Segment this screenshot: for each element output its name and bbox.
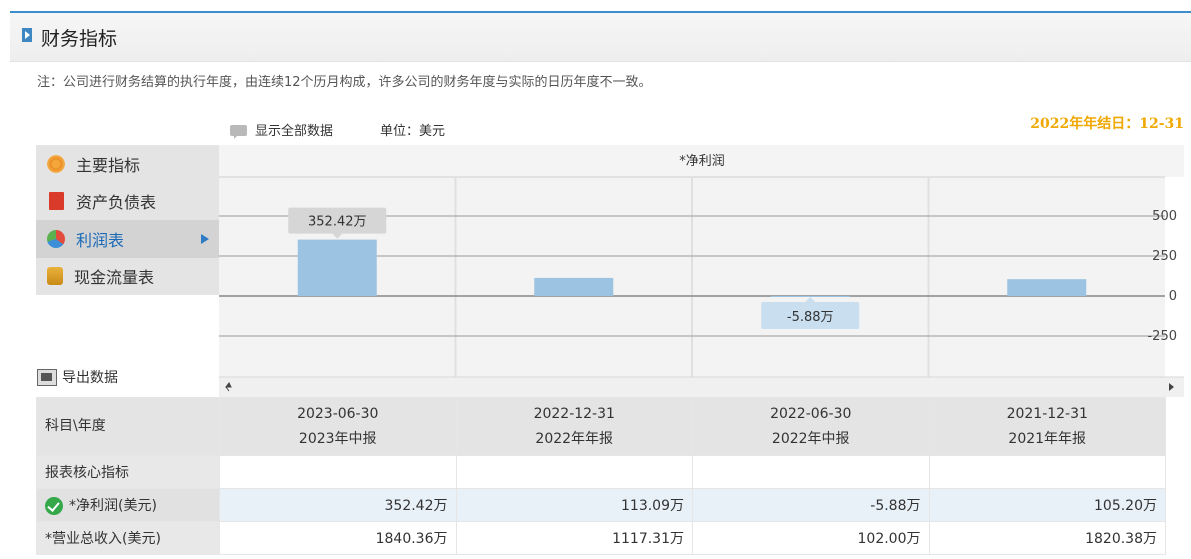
- value-cell: 113.09万: [455, 488, 693, 522]
- value-cell: 1820.38万: [928, 521, 1166, 555]
- corner-label: 科目\年度: [36, 397, 220, 456]
- y-tick-label: 500: [1152, 209, 1177, 224]
- empty-cell: [928, 455, 1166, 489]
- section-header: 财务指标: [10, 13, 1191, 62]
- collapse-arrow-icon[interactable]: [22, 28, 32, 42]
- period-date: 2022-12-31: [533, 405, 615, 422]
- document-icon: [49, 192, 64, 211]
- row-label: *净利润(美元): [36, 488, 220, 522]
- value-cell: 105.20万: [928, 488, 1166, 522]
- bar-2023-06-30[interactable]: [297, 239, 377, 296]
- menu-item-balance-sheet[interactable]: 资产负债表: [36, 183, 219, 221]
- menu-item-label: 现金流量表: [74, 268, 155, 288]
- value-cell: -5.88万: [692, 488, 930, 522]
- period-header: 2023-06-30 2023年中报: [219, 397, 457, 456]
- bar-2021-12-31[interactable]: [1007, 279, 1087, 296]
- value-cell: 352.42万: [219, 488, 457, 522]
- period-report: 2022年年报: [535, 430, 614, 447]
- show-all-label: 显示全部数据: [255, 124, 334, 139]
- y-tick-label: 250: [1152, 249, 1177, 264]
- core-indicators-label: 报表核心指标: [36, 455, 220, 489]
- y-tick-label: 0: [1169, 289, 1177, 304]
- value-cell: 1840.36万: [219, 521, 457, 555]
- comment-icon: [230, 125, 247, 139]
- export-data-button[interactable]: 导出数据: [37, 367, 118, 387]
- period-header: 2022-06-30 2022年中报: [692, 397, 930, 456]
- section-title: 财务指标: [41, 28, 118, 50]
- period-date: 2023-06-30: [297, 405, 379, 422]
- chevron-right-icon: [201, 234, 209, 244]
- menu-item-label: 资产负债表: [76, 193, 157, 213]
- data-label: 352.42万: [308, 215, 367, 230]
- bar-2022-06-30[interactable]: [770, 296, 850, 297]
- period-header: 2022-12-31 2022年年报: [455, 397, 693, 456]
- period-report: 2022年中报: [771, 430, 850, 447]
- coins-icon: [47, 267, 63, 286]
- fiscal-year-note: 注：公司进行财务结算的执行年度，由连续12个历月构成，许多公司的财务年度与实际的…: [37, 75, 652, 90]
- period-date: 2022-06-30: [770, 405, 852, 422]
- statement-menu: 主要指标 资产负债表 利润表 现金流量表: [36, 145, 219, 295]
- y-tick-label: -250: [1147, 329, 1177, 344]
- chart-title: *净利润: [679, 154, 725, 169]
- menu-item-cash-flow[interactable]: 现金流量表: [36, 258, 219, 296]
- revenue-label: *营业总收入(美元): [36, 521, 220, 555]
- table-row-revenue[interactable]: *营业总收入(美元) 1840.36万 1117.31万 102.00万 182…: [36, 521, 1166, 555]
- checkmark-icon: [45, 497, 63, 515]
- financial-table: 科目\年度 2023-06-30 2023年中报 2022-12-31 2022年年…: [36, 397, 1166, 555]
- pie-chart-icon: [47, 229, 65, 248]
- period-date: 2021-12-31: [1006, 405, 1088, 422]
- flower-icon: [47, 154, 65, 173]
- chart-canvas: *净利润 500 250 0 -250 352.42万 -5.88万: [219, 145, 1184, 397]
- net-profit-chart: *净利润 500 250 0 -250 352.42万 -5.88万: [219, 145, 1184, 397]
- menu-item-label: 利润表: [76, 230, 125, 250]
- empty-cell: [219, 455, 457, 489]
- horizontal-scrollbar[interactable]: [219, 377, 1184, 397]
- menu-item-main-indicators[interactable]: 主要指标: [36, 145, 219, 183]
- value-cell: 102.00万: [692, 521, 930, 555]
- export-icon: [37, 368, 57, 386]
- bar-2022-12-31[interactable]: [534, 277, 614, 296]
- data-label: -5.88万: [787, 310, 834, 325]
- menu-item-label: 主要指标: [76, 155, 141, 175]
- fiscal-year-end: 2022年年结日：12-31: [1030, 116, 1184, 132]
- export-label: 导出数据: [62, 370, 118, 386]
- empty-cell: [455, 455, 693, 489]
- unit-label: 单位：美元: [380, 124, 446, 139]
- period-report: 2021年年报: [1008, 430, 1087, 447]
- table-header-row: 科目\年度 2023-06-30 2023年中报 2022-12-31 2022年年…: [36, 397, 1166, 456]
- net-profit-label: *净利润(美元): [69, 498, 157, 514]
- menu-item-income-statement[interactable]: 利润表: [36, 220, 219, 258]
- value-cell: 1117.31万: [455, 521, 693, 555]
- table-row: 报表核心指标: [36, 455, 1166, 489]
- period-report: 2023年中报: [298, 430, 377, 447]
- period-header: 2021-12-31 2021年年报: [928, 397, 1166, 456]
- show-all-data-toggle[interactable]: 显示全部数据: [230, 120, 333, 139]
- empty-cell: [692, 455, 930, 489]
- table-row-net-profit[interactable]: *净利润(美元) 352.42万 113.09万 -5.88万 105.20万: [36, 488, 1166, 522]
